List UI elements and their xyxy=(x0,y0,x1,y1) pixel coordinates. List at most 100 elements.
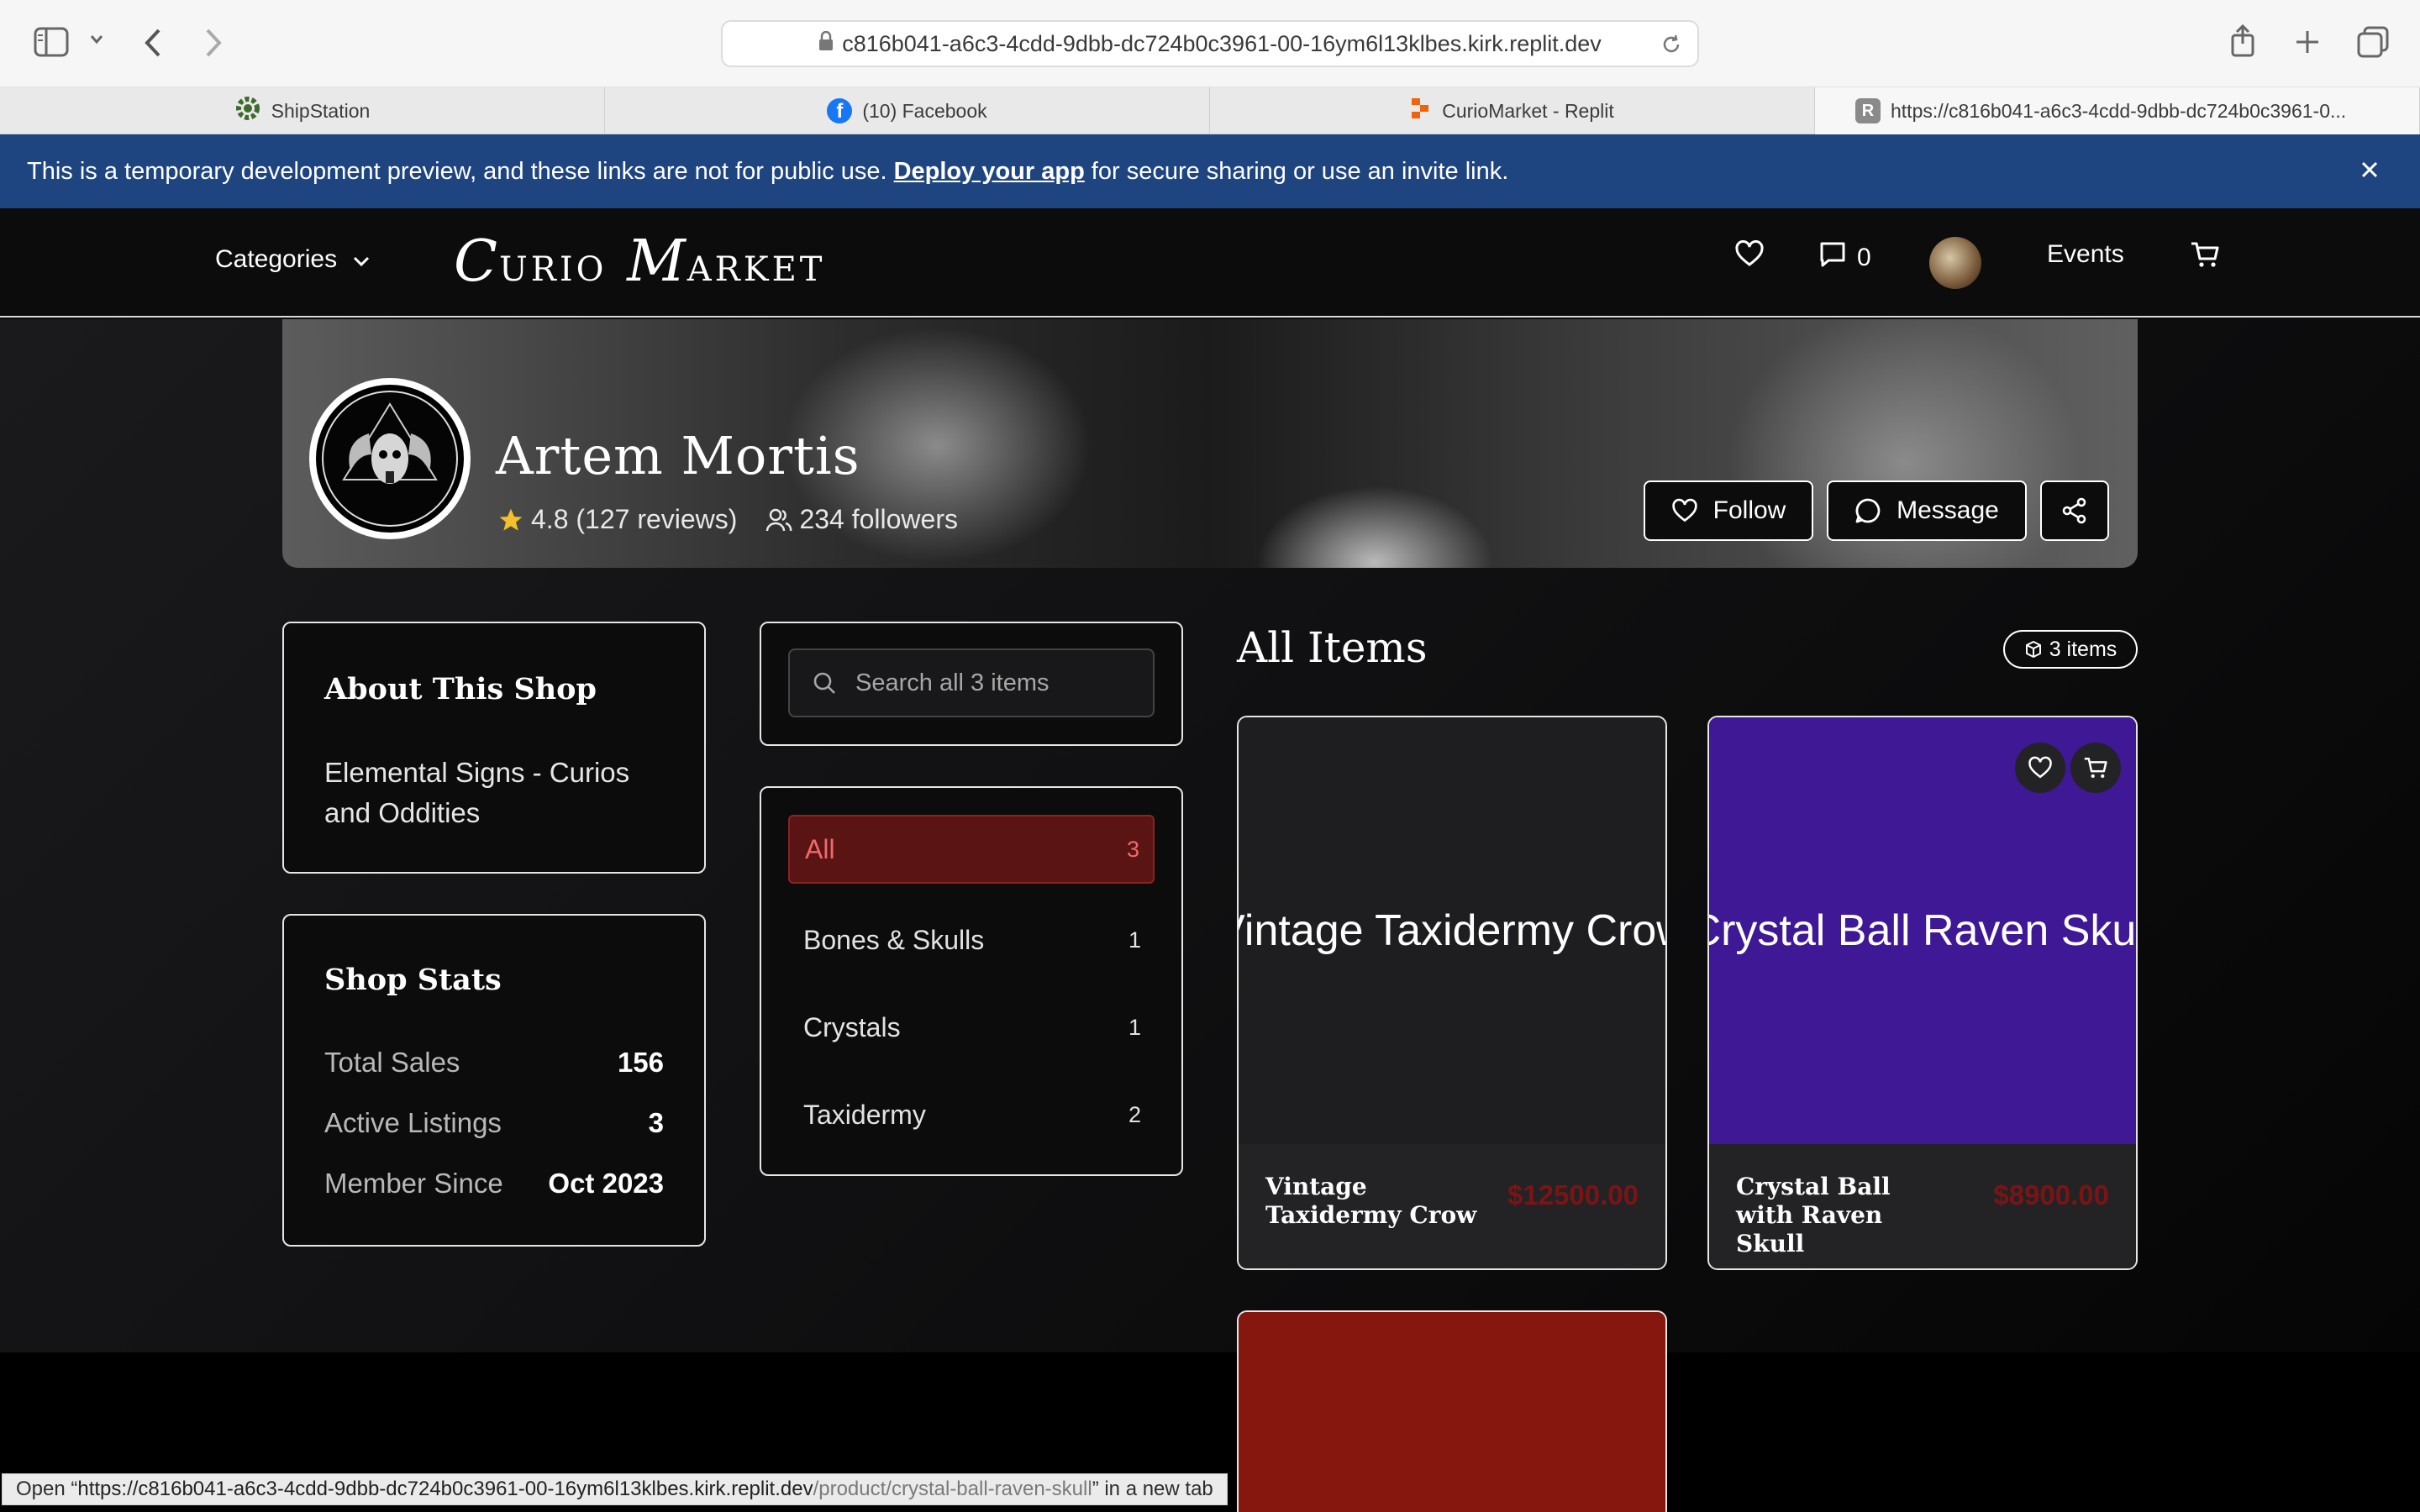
category-label: All xyxy=(805,833,835,864)
product-price: $12500.00 xyxy=(1507,1179,1639,1210)
tab-label: (10) Facebook xyxy=(862,99,987,122)
shop-meta: 4.8 (127 reviews) 234 followers xyxy=(497,504,958,535)
product-info: Crystal Ball with Raven Skull $8900.00 xyxy=(1709,1144,2136,1268)
forward-icon[interactable] xyxy=(203,27,224,63)
wishlist-button[interactable] xyxy=(1734,239,1765,274)
logo-part-arket: ARKET xyxy=(687,250,826,289)
site-header: Categories CURIO MARKET 0 Events xyxy=(0,208,2420,318)
deploy-app-link[interactable]: Deploy your app xyxy=(894,158,1085,186)
messages-button[interactable]: 0 xyxy=(1818,240,1871,276)
product-image-text: Vintage Taxidermy Crow xyxy=(1239,906,1665,955)
site-logo[interactable]: CURIO MARKET xyxy=(454,228,825,295)
messages-count: 0 xyxy=(1857,244,1871,271)
product-name: Vintage Taxidermy Crow xyxy=(1265,1173,1477,1229)
new-tab-icon[interactable] xyxy=(2294,29,2321,60)
shop-stats-card: Shop Stats Total Sales 156 Active Listin… xyxy=(282,914,706,1247)
sidebar-toggle-icon[interactable] xyxy=(34,27,69,61)
tab-active-preview[interactable]: R https://c816b041-a6c3-4cdd-9dbb-dc724b… xyxy=(1815,87,2420,134)
cart-icon xyxy=(2084,758,2107,779)
stat-total-sales: Total Sales 156 xyxy=(324,1047,664,1079)
product-image-text: Crystal Ball Raven Skull xyxy=(1709,906,2136,955)
gear-icon xyxy=(234,95,261,127)
about-shop-card: About This Shop Elemental Signs - Curios… xyxy=(282,622,706,874)
browser-toolbar: c816b041-a6c3-4cdd-9dbb-dc724b0c3961-00-… xyxy=(0,0,2420,87)
status-url-host: https://c816b041-a6c3-4cdd-9dbb-dc724b0c… xyxy=(77,1478,813,1500)
items-count-text: 3 items xyxy=(2049,637,2118,661)
chevron-down-icon[interactable] xyxy=(89,34,104,50)
shop-followers: 234 followers xyxy=(765,504,958,535)
category-count: 1 xyxy=(1128,927,1141,953)
category-taxidermy[interactable]: Taxidermy 2 xyxy=(788,1080,1155,1149)
product-card[interactable]: Preserved Bat Wing xyxy=(1237,1310,1667,1512)
status-url-path: /product/crystal-ball-raven-skull xyxy=(813,1478,1092,1500)
category-count: 3 xyxy=(1126,836,1139,862)
share-nodes-icon xyxy=(2062,497,2086,524)
product-image: Vintage Taxidermy Crow xyxy=(1239,717,1665,1144)
category-count: 2 xyxy=(1128,1101,1141,1127)
add-to-cart-button[interactable] xyxy=(2070,743,2121,793)
users-icon xyxy=(766,508,792,531)
cart-button[interactable] xyxy=(2190,240,2220,276)
follow-button[interactable]: Follow xyxy=(1644,480,1813,541)
category-label: Bones & Skulls xyxy=(803,924,985,955)
reload-icon[interactable] xyxy=(1660,34,1682,61)
category-label: Crystals xyxy=(803,1011,901,1042)
product-card[interactable]: Vintage Taxidermy Crow Vintage Taxidermy… xyxy=(1237,716,1667,1270)
shop-name: Artem Mortis xyxy=(496,425,860,486)
tab-facebook[interactable]: f (10) Facebook xyxy=(605,87,1210,134)
stat-label: Total Sales xyxy=(324,1047,460,1078)
category-crystals[interactable]: Crystals 1 xyxy=(788,993,1155,1062)
heart-icon xyxy=(1734,239,1765,274)
dev-preview-notice: This is a temporary development preview,… xyxy=(0,134,2420,208)
search-icon xyxy=(813,672,835,694)
rating-text: 4.8 (127 reviews) xyxy=(531,504,738,534)
search-placeholder: Search all 3 items xyxy=(855,669,1050,696)
link-hover-status-bar: Open “https://c816b041-a6c3-4cdd-9dbb-dc… xyxy=(2,1473,1228,1505)
events-link[interactable]: Events xyxy=(2047,240,2124,269)
address-bar[interactable]: c816b041-a6c3-4cdd-9dbb-dc724b0c3961-00-… xyxy=(721,20,1699,67)
stat-member-since: Member Since Oct 2023 xyxy=(324,1168,664,1200)
user-avatar[interactable] xyxy=(1929,237,1981,289)
chevron-down-icon xyxy=(352,245,371,274)
categories-menu[interactable]: Categories xyxy=(215,245,371,274)
add-to-wishlist-button[interactable] xyxy=(2015,743,2065,793)
about-text: Elemental Signs - Curios and Oddities xyxy=(324,757,630,828)
stat-active-listings: Active Listings 3 xyxy=(324,1107,664,1139)
tab-curiomarket-replit[interactable]: CurioMarket - Replit xyxy=(1210,87,1815,134)
tab-label: https://c816b041-a6c3-4cdd-9dbb-dc724b0c… xyxy=(1891,99,2347,122)
box-icon xyxy=(2025,641,2041,658)
heart-icon xyxy=(2028,756,2052,779)
product-image: Preserved Bat Wing xyxy=(1239,1312,1665,1512)
tab-label: ShipStation xyxy=(271,99,371,122)
product-name: Crystal Ball with Raven Skull xyxy=(1736,1173,1891,1257)
product-info: Vintage Taxidermy Crow $12500.00 xyxy=(1239,1144,1665,1268)
category-label: Taxidermy xyxy=(803,1099,926,1130)
share-button[interactable] xyxy=(2040,480,2109,541)
about-title: About This Shop xyxy=(324,672,597,706)
category-all[interactable]: All 3 xyxy=(788,815,1155,884)
tab-shipstation[interactable]: ShipStation xyxy=(0,87,605,134)
tab-overview-icon[interactable] xyxy=(2356,25,2390,63)
ram-skull-logo-icon xyxy=(322,391,458,527)
star-icon xyxy=(499,508,523,531)
message-button[interactable]: Message xyxy=(1827,480,2027,541)
close-icon[interactable] xyxy=(2353,153,2386,193)
search-input[interactable]: Search all 3 items xyxy=(788,648,1155,717)
share-icon[interactable] xyxy=(2230,24,2255,61)
stat-label: Active Listings xyxy=(324,1107,502,1138)
stat-label: Member Since xyxy=(324,1168,503,1199)
product-image: Crystal Ball Raven Skull xyxy=(1709,717,2136,1144)
product-card[interactable]: Crystal Ball Raven Skull Crystal Ball wi… xyxy=(1707,716,2138,1270)
notice-text: This is a temporary development preview,… xyxy=(27,157,887,185)
shop-rating: 4.8 (127 reviews) xyxy=(497,504,737,535)
category-bones-skulls[interactable]: Bones & Skulls 1 xyxy=(788,906,1155,974)
back-icon[interactable] xyxy=(143,27,163,63)
logo-part-urio: URIO xyxy=(499,250,608,289)
categories-label: Categories xyxy=(215,245,338,273)
url-text: c816b041-a6c3-4cdd-9dbb-dc724b0c3961-00-… xyxy=(842,30,1602,56)
logo-letter-m: M xyxy=(627,228,687,295)
product-image-text: Preserved Bat Wing xyxy=(1258,1505,1646,1512)
cart-icon xyxy=(2190,240,2220,276)
items-count-badge: 3 items xyxy=(2003,630,2138,669)
chat-circle-icon xyxy=(1855,498,1881,523)
